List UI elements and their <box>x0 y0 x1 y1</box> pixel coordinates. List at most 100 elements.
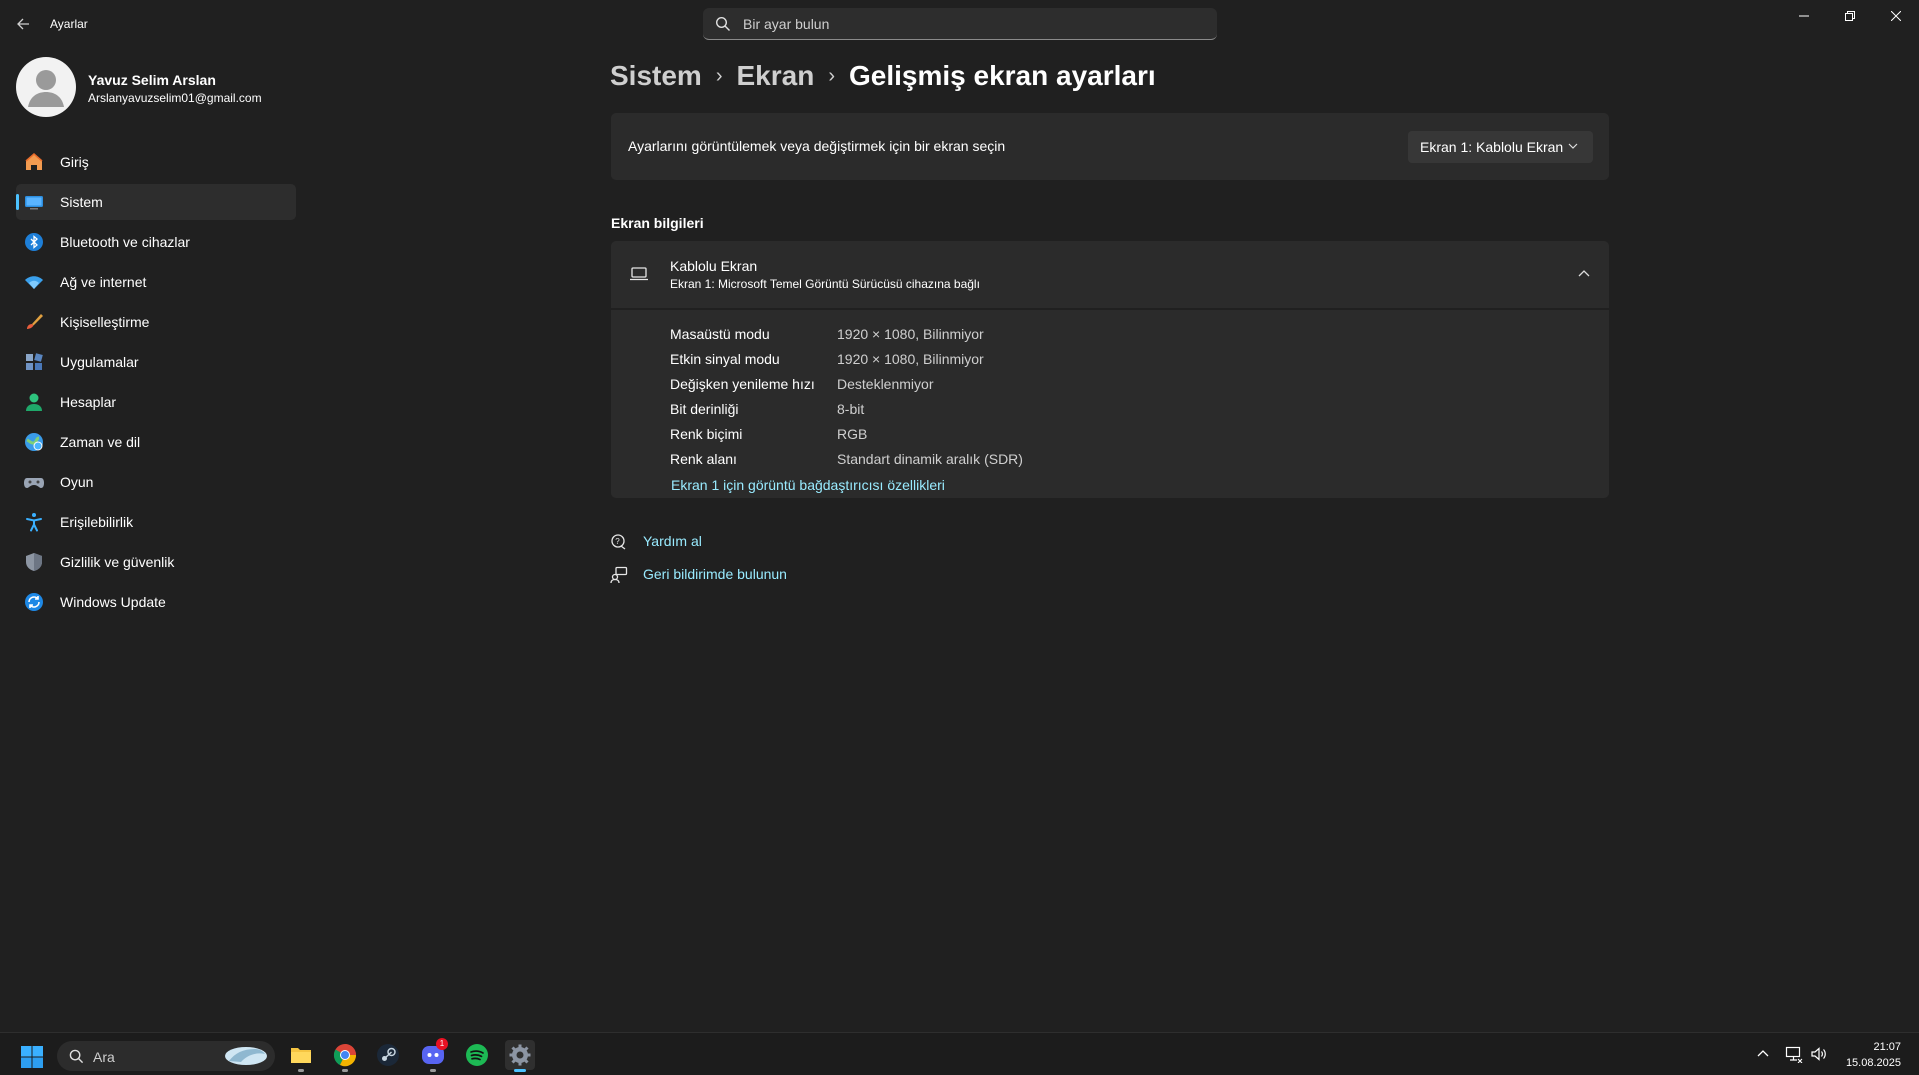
avatar <box>16 57 76 117</box>
svg-text:?: ? <box>615 537 620 546</box>
sidebar-item-gaming[interactable]: Oyun <box>16 464 296 500</box>
settings-search-box[interactable] <box>703 8 1217 40</box>
adapter-properties-link[interactable]: Ekran 1 için görüntü bağdaştırıcısı özel… <box>671 477 945 493</box>
info-label: Etkin sinyal modu <box>670 351 780 367</box>
spotify-icon <box>466 1044 488 1066</box>
maximize-button[interactable] <box>1827 0 1873 32</box>
update-icon <box>25 593 43 611</box>
wifi-icon <box>25 276 43 289</box>
time-language-icon <box>25 433 43 451</box>
sidebar-item-accounts[interactable]: Hesaplar <box>16 384 296 420</box>
info-value: RGB <box>837 426 868 442</box>
sidebar-item-windows-update[interactable]: Windows Update <box>16 584 296 620</box>
apps-icon <box>26 353 43 370</box>
info-value: 8-bit <box>837 401 865 417</box>
info-value: 1920 × 1080, Bilinmiyor <box>837 351 984 367</box>
gamepad-icon <box>24 478 44 488</box>
section-title: Ekran bilgileri <box>611 215 704 231</box>
info-value: Standart dinamik aralık (SDR) <box>837 451 1023 467</box>
info-label: Değişken yenileme hızı <box>670 376 815 392</box>
taskbar: Ara 1 21:07 15.08.2025 <box>0 1032 1919 1075</box>
chevron-up-icon[interactable] <box>1754 1045 1772 1063</box>
sidebar-item-privacy[interactable]: Gizlilik ve güvenlik <box>16 544 296 580</box>
sidebar-item-network[interactable]: Ağ ve internet <box>16 264 296 300</box>
display-dropdown-value: Ekran 1: Kablolu Ekran <box>1420 139 1564 155</box>
settings-search-input[interactable] <box>743 15 1203 32</box>
back-button[interactable] <box>10 12 36 36</box>
breadcrumb-ekran[interactable]: Ekran <box>737 60 815 92</box>
taskbar-chrome[interactable] <box>330 1040 360 1072</box>
sidebar-item-label: Ağ ve internet <box>60 274 147 290</box>
sidebar-item-personalization[interactable]: Kişiselleştirme <box>16 304 296 340</box>
minimize-button[interactable] <box>1781 0 1827 32</box>
user-profile[interactable]: Yavuz Selim Arslan Arslanyavuzselim01@gm… <box>16 57 296 117</box>
volume-icon[interactable] <box>1810 1045 1828 1063</box>
help-icon: ? <box>611 534 626 550</box>
window-controls <box>1781 0 1919 32</box>
taskbar-settings[interactable] <box>505 1040 535 1072</box>
system-icon <box>25 196 43 210</box>
system-clock[interactable]: 21:07 15.08.2025 <box>1846 1039 1901 1071</box>
sidebar-item-label: Windows Update <box>60 594 166 610</box>
sidebar-item-label: Giriş <box>60 154 89 170</box>
folder-icon <box>291 1048 311 1063</box>
taskbar-file-explorer[interactable] <box>286 1040 316 1072</box>
display-info-header[interactable]: Kablolu Ekran Ekran 1: Microsoft Temel G… <box>611 241 1609 308</box>
sidebar-item-label: Oyun <box>60 474 94 490</box>
user-email: Arslanyavuzselim01@gmail.com <box>88 91 262 105</box>
info-label: Bit derinliği <box>670 401 739 417</box>
sidebar-item-label: Erişilebilirlik <box>60 514 134 530</box>
sidebar-item-label: Zaman ve dil <box>60 434 141 450</box>
brush-icon <box>27 314 43 329</box>
sidebar-item-label: Hesaplar <box>60 394 117 410</box>
close-button[interactable] <box>1873 0 1919 32</box>
search-icon <box>715 16 730 31</box>
taskbar-search[interactable]: Ara <box>57 1041 275 1071</box>
taskbar-spotify[interactable] <box>462 1040 492 1070</box>
sidebar-item-sistem[interactable]: Sistem <box>16 184 296 220</box>
sidebar-item-giris[interactable]: Giriş <box>16 144 296 180</box>
sidebar-item-label: Gizlilik ve güvenlik <box>60 554 175 570</box>
running-indicator <box>430 1069 436 1072</box>
info-label: Masaüstü modu <box>670 326 770 342</box>
taskbar-steam[interactable] <box>373 1040 403 1070</box>
breadcrumb-sistem[interactable]: Sistem <box>610 60 702 92</box>
taskbar-discord[interactable]: 1 <box>418 1038 448 1072</box>
laptop-icon <box>630 267 648 281</box>
info-value: Desteklenmiyor <box>837 376 934 392</box>
sidebar-item-bluetooth[interactable]: Bluetooth ve cihazlar <box>16 224 296 260</box>
sidebar-item-accessibility[interactable]: Erişilebilirlik <box>16 504 296 540</box>
app-title: Ayarlar <box>50 17 88 31</box>
chevron-down-icon <box>1568 143 1578 149</box>
sidebar-item-apps[interactable]: Uygulamalar <box>16 344 296 380</box>
get-help-link[interactable]: ? Yardım al <box>610 531 702 553</box>
clock-time: 21:07 <box>1873 1041 1901 1053</box>
notification-badge: 1 <box>436 1038 448 1050</box>
chrome-icon <box>333 1044 357 1067</box>
home-icon <box>25 153 43 170</box>
sidebar-item-label: Uygulamalar <box>60 354 139 370</box>
search-icon <box>69 1049 84 1064</box>
running-indicator <box>342 1069 348 1072</box>
get-help-label: Yardım al <box>643 533 702 549</box>
display-name: Kablolu Ekran <box>670 258 758 274</box>
network-icon[interactable] <box>1785 1045 1803 1063</box>
chevron-right-icon: › <box>715 64 723 87</box>
display-dropdown[interactable]: Ekran 1: Kablolu Ekran <box>1408 131 1593 163</box>
display-select-prompt: Ayarlarını görüntülemek veya değiştirmek… <box>628 138 1006 154</box>
chevron-right-icon: › <box>828 64 835 87</box>
chevron-up-icon[interactable] <box>1577 268 1591 280</box>
sidebar-item-time-language[interactable]: Zaman ve dil <box>16 424 296 460</box>
steam-icon <box>377 1044 399 1066</box>
display-select-card: Ayarlarını görüntülemek veya değiştirmek… <box>611 113 1609 180</box>
page-title: Gelişmiş ekran ayarları <box>849 60 1156 91</box>
feedback-link[interactable]: Geri bildirimde bulunun <box>610 564 787 586</box>
sidebar-item-label: Kişiselleştirme <box>60 314 150 330</box>
running-indicator <box>514 1069 526 1072</box>
info-label: Renk biçimi <box>670 426 743 442</box>
settings-window: Ayarlar Yavuz Selim Arslan Arslanyavuzse… <box>0 0 1919 1032</box>
bluetooth-icon <box>25 233 43 251</box>
breadcrumb: Sistem › Ekran › Gelişmiş ekran ayarları <box>610 56 1156 96</box>
info-label: Renk alanı <box>670 451 737 467</box>
windows-start-icon[interactable] <box>20 1045 44 1069</box>
